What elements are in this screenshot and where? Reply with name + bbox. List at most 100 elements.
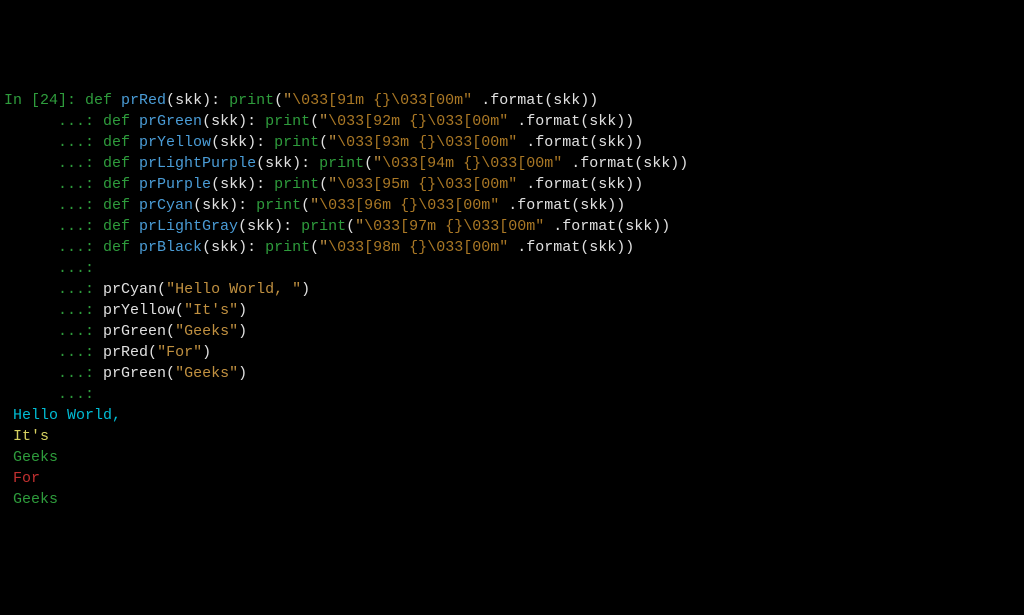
param: skk — [220, 134, 247, 151]
param: skk — [247, 218, 274, 235]
method-format: .format(skk)) — [544, 218, 670, 235]
code-line: ...: def prYellow(skk): print("\033[93m … — [4, 132, 1020, 153]
prompt-cont: ...: — [4, 260, 94, 277]
method-format: .format(skk)) — [472, 92, 598, 109]
punct: ): — [247, 176, 274, 193]
function-name: prLightPurple — [139, 155, 256, 172]
paren: ( — [166, 365, 175, 382]
call-fn: prRed — [103, 344, 148, 361]
paren: ) — [238, 365, 247, 382]
paren: ) — [202, 344, 211, 361]
code-line: ...: prYellow("It's") — [4, 300, 1020, 321]
paren: ) — [238, 302, 247, 319]
call-fn: prGreen — [103, 323, 166, 340]
code-line: ...: def prLightPurple(skk): print("\033… — [4, 153, 1020, 174]
keyword-def: def — [103, 176, 139, 193]
prompt-cont: ...: — [4, 197, 103, 214]
method-format: .format(skk)) — [517, 134, 643, 151]
function-name: prCyan — [139, 197, 193, 214]
ipython-terminal[interactable]: In [24]: def prRed(skk): print("\033[91m… — [4, 90, 1020, 510]
escape-seq: \033[95m {} — [337, 176, 436, 193]
code-line: ...: def prLightGray(skk): print("\033[9… — [4, 216, 1020, 237]
prompt-in: In [24]: — [4, 92, 85, 109]
output-line: It's — [4, 426, 1020, 447]
escape-seq: \033[91m {} — [292, 92, 391, 109]
keyword-def: def — [103, 134, 139, 151]
escape-seq: \033[00m" — [481, 155, 562, 172]
keyword-def: def — [85, 92, 121, 109]
builtin-print: print — [274, 134, 319, 151]
code-line: ...: def prGreen(skk): print("\033[92m {… — [4, 111, 1020, 132]
method-format: .format(skk)) — [562, 155, 688, 172]
keyword-def: def — [103, 197, 139, 214]
punct: ): — [238, 113, 265, 130]
paren: ( — [310, 113, 319, 130]
escape-seq: \033[00m" — [418, 197, 499, 214]
escape-seq: \033[00m" — [436, 134, 517, 151]
call-fn: prYellow — [103, 302, 175, 319]
paren: ) — [301, 281, 310, 298]
punct: ): — [274, 218, 301, 235]
paren: ) — [238, 323, 247, 340]
paren: ( — [346, 218, 355, 235]
call-fn: prCyan — [103, 281, 157, 298]
function-name: prRed — [121, 92, 166, 109]
call-fn: prGreen — [103, 365, 166, 382]
string-quote: " — [319, 239, 328, 256]
prompt-cont: ...: — [4, 365, 103, 382]
param: skk — [211, 239, 238, 256]
code-line: ...: def prCyan(skk): print("\033[96m {}… — [4, 195, 1020, 216]
escape-seq: \033[94m {} — [382, 155, 481, 172]
escape-seq: \033[00m" — [436, 176, 517, 193]
escape-seq: \033[98m {} — [328, 239, 427, 256]
param: skk — [175, 92, 202, 109]
string-arg: "Geeks" — [175, 323, 238, 340]
code-line: In [24]: def prRed(skk): print("\033[91m… — [4, 90, 1020, 111]
paren: ( — [310, 239, 319, 256]
string-arg: "Geeks" — [175, 365, 238, 382]
paren: ( — [166, 323, 175, 340]
code-line: ...: prGreen("Geeks") — [4, 321, 1020, 342]
builtin-print: print — [265, 113, 310, 130]
prompt-cont: ...: — [4, 134, 103, 151]
paren: ( — [319, 134, 328, 151]
output-text: Hello World, — [4, 407, 121, 424]
builtin-print: print — [256, 197, 301, 214]
paren: ( — [301, 197, 310, 214]
paren: ( — [211, 176, 220, 193]
escape-seq: \033[97m {} — [364, 218, 463, 235]
paren: ( — [202, 239, 211, 256]
escape-seq: \033[00m" — [427, 239, 508, 256]
punct: ): — [292, 155, 319, 172]
paren: ( — [202, 113, 211, 130]
punct: ): — [247, 134, 274, 151]
string-quote: " — [283, 92, 292, 109]
string-arg: "For" — [157, 344, 202, 361]
function-name: prGreen — [139, 113, 202, 130]
code-line: ...: prGreen("Geeks") — [4, 363, 1020, 384]
function-name: prPurple — [139, 176, 211, 193]
output-text: For — [4, 470, 40, 487]
string-quote: " — [319, 113, 328, 130]
param: skk — [211, 113, 238, 130]
keyword-def: def — [103, 239, 139, 256]
output-line: For — [4, 468, 1020, 489]
function-name: prLightGray — [139, 218, 238, 235]
code-line: ...: prCyan("Hello World, ") — [4, 279, 1020, 300]
output-line: Geeks — [4, 447, 1020, 468]
prompt-cont: ...: — [4, 176, 103, 193]
punct: ): — [238, 239, 265, 256]
paren: ( — [364, 155, 373, 172]
paren: ( — [193, 197, 202, 214]
escape-seq: \033[00m" — [427, 113, 508, 130]
builtin-print: print — [274, 176, 319, 193]
param: skk — [265, 155, 292, 172]
paren: ( — [319, 176, 328, 193]
prompt-cont: ...: — [4, 302, 103, 319]
prompt-cont: ...: — [4, 281, 103, 298]
prompt-cont: ...: — [4, 323, 103, 340]
paren: ( — [238, 218, 247, 235]
paren: ( — [148, 344, 157, 361]
output-line: Hello World, — [4, 405, 1020, 426]
method-format: .format(skk)) — [517, 176, 643, 193]
